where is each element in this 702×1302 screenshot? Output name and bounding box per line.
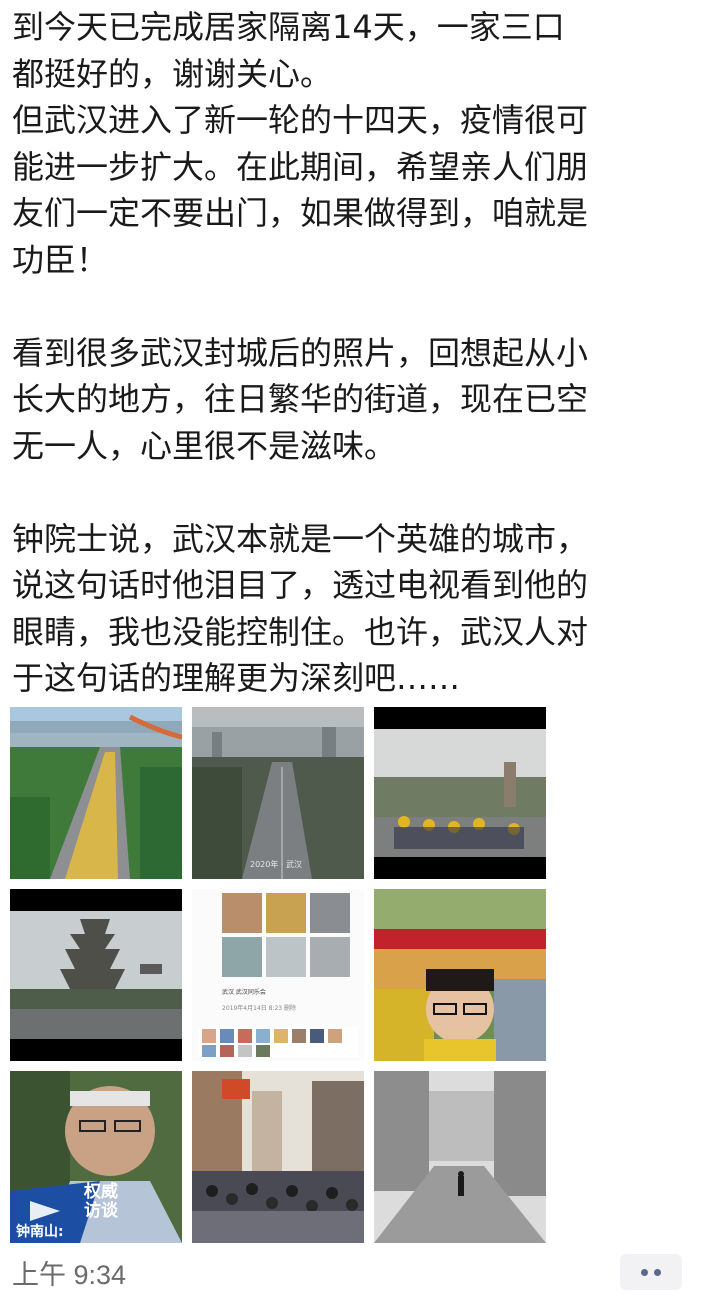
photo-runners-street[interactable]	[374, 707, 546, 879]
post-line: 都挺好的，谢谢关心。	[12, 54, 333, 93]
post-line: 但武汉进入了新一轮的十四天，疫情很可	[12, 101, 589, 139]
post-line: 看到很多武汉封城后的照片，回想起从小	[12, 333, 589, 372]
photo-yellow-crane-tower[interactable]	[10, 889, 182, 1061]
more-options-button[interactable]	[620, 1254, 682, 1290]
photo-album-label: 武汉 武汉同乐会	[222, 989, 266, 996]
photo-empty-bridge[interactable]: 2020年 · 武汉	[192, 707, 364, 879]
post-line: 功臣！	[12, 240, 109, 279]
post-blank-line	[12, 283, 696, 330]
post-timestamp: 上午 9:34	[12, 1260, 127, 1290]
photo-caption: 2020年 · 武汉	[250, 860, 302, 869]
photo-bridge-marathon[interactable]	[10, 707, 182, 879]
interview-badge-line: 访谈	[84, 1201, 118, 1221]
post-line: 友们一定不要出门，如果做得到，咱就是	[12, 194, 589, 232]
photo-grid: 2020年 · 武汉 武汉 武汉同乐会 2019年4月14日 8:23 删除 权…	[10, 707, 550, 1244]
photo-album-screenshot[interactable]: 武汉 武汉同乐会 2019年4月14日 8:23 删除	[192, 889, 364, 1061]
post-line: 长大的地方，往日繁华的街道，现在已空	[12, 380, 589, 418]
post-line: 钟院士说，武汉本就是一个英雄的城市，	[12, 519, 589, 558]
interview-name: 钟南山:	[16, 1224, 64, 1240]
photo-selfie-crowd[interactable]	[374, 889, 546, 1061]
post-text: 到今天已完成居家隔离14天，一家三口 都挺好的，谢谢关心。 但武汉进入了新一轮的…	[12, 4, 696, 702]
post-line: 到今天已完成居家隔离14天，一家三口	[12, 8, 565, 46]
post-line: 能进一步扩大。在此期间，希望亲人们朋	[12, 147, 589, 186]
photo-zhong-nanshan[interactable]: 权威 访谈 钟南山:	[10, 1071, 182, 1243]
post-line: 说这句话时他泪目了，透过电视看到他的	[12, 566, 589, 604]
more-dot-icon	[641, 1268, 648, 1276]
interview-badge-line: 权威	[84, 1182, 118, 1202]
post-line: 无一人，心里很不是滋味。	[12, 426, 397, 465]
photo-empty-street[interactable]	[374, 1071, 546, 1243]
post-line: 眼睛，我也没能控制住。也许，武汉人对	[12, 612, 589, 651]
more-dot-icon	[654, 1268, 661, 1276]
interview-badge: 权威 访谈	[84, 1183, 118, 1221]
post-line: 于这句话的理解更为深刻吧……	[12, 659, 461, 697]
photo-album-date: 2019年4月14日 8:23 删除	[222, 1005, 297, 1012]
post-blank-line	[12, 469, 696, 516]
photo-crowded-street[interactable]	[192, 1071, 364, 1243]
